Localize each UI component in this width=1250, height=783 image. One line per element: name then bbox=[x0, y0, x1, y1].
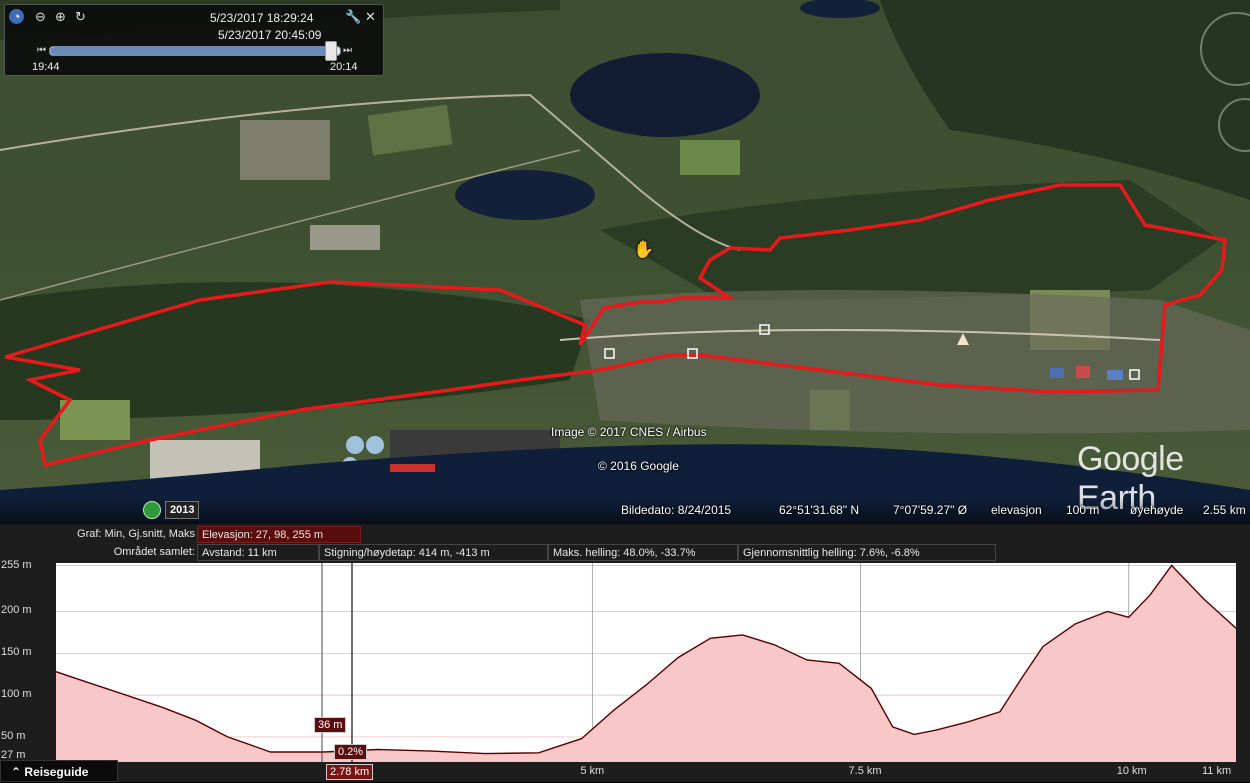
eye-altitude-label: øyehøyde bbox=[1130, 503, 1184, 517]
y-tick-label: 255 m bbox=[1, 558, 32, 571]
clock-icon[interactable]: ◔ bbox=[9, 9, 24, 24]
travel-guide-button[interactable]: ⌃ Reiseguide bbox=[0, 760, 118, 782]
time-slider-start-label: 19:44 bbox=[32, 61, 60, 73]
skip-forward-icon[interactable]: ⏭ bbox=[343, 45, 352, 56]
latitude-readout: 62°51'31.68" N bbox=[779, 503, 860, 517]
time-range-end-date: 5/23/2017 20:45:09 bbox=[218, 28, 322, 42]
elevation-label: elevasjon bbox=[991, 503, 1042, 517]
close-icon[interactable]: ✕ bbox=[363, 9, 378, 24]
chevron-up-icon: ⌃ bbox=[11, 765, 22, 779]
elevation-plot[interactable] bbox=[56, 563, 1236, 762]
time-slider-fill bbox=[50, 47, 332, 55]
longitude-readout: 7°07'59.27" Ø bbox=[893, 503, 968, 517]
image-copyright: Image © 2017 CNES / Airbus bbox=[551, 425, 707, 439]
imagery-year: 2013 bbox=[165, 501, 200, 519]
stats-row-summary: Området samlet: Avstand: 11 km Stigning/… bbox=[0, 544, 1250, 561]
eye-altitude-value: 2.55 km bbox=[1203, 503, 1246, 517]
time-slider-panel: ◔ ⊖ ⊕ ↻ 5/23/2017 18:29:24 5/23/2017 20:… bbox=[4, 4, 384, 76]
time-slider-thumb[interactable] bbox=[325, 41, 337, 61]
avg-slope-stat[interactable]: Gjennomsnittlig helling: 7.6%, -6.8% bbox=[738, 544, 996, 561]
time-range-start-date: 5/23/2017 18:29:24 bbox=[210, 11, 314, 25]
elevation-chart bbox=[56, 563, 1236, 762]
skip-back-icon[interactable]: ⏮ bbox=[37, 45, 46, 56]
cursor-elevation-label: 36 m bbox=[314, 717, 347, 733]
time-slider-track[interactable] bbox=[49, 46, 341, 56]
x-tick-label: 5 km bbox=[580, 765, 605, 777]
zoom-out-icon[interactable]: ⊖ bbox=[33, 9, 48, 24]
satellite-imagery bbox=[0, 0, 1250, 524]
wrench-icon[interactable]: 🔧 bbox=[345, 9, 361, 24]
hand-cursor-icon: ✋ bbox=[633, 240, 655, 259]
historical-imagery-badge[interactable]: 2013 bbox=[143, 501, 200, 519]
google-copyright: © 2016 Google bbox=[598, 459, 679, 473]
y-tick-label: 50 m bbox=[1, 729, 26, 742]
clock-icon bbox=[143, 501, 161, 519]
elevation-area bbox=[56, 565, 1236, 762]
max-slope-stat[interactable]: Maks. helling: 48.0%, -33.7% bbox=[548, 544, 738, 561]
travel-guide-label: Reiseguide bbox=[24, 765, 89, 779]
y-tick-label: 150 m bbox=[1, 646, 32, 659]
zoom-in-icon[interactable]: ⊕ bbox=[53, 9, 68, 24]
distance-stat[interactable]: Avstand: 11 km bbox=[197, 544, 319, 561]
x-tick-label: 11 km bbox=[1202, 765, 1232, 777]
y-tick-label: 100 m bbox=[1, 688, 32, 701]
time-slider-end-label: 20:14 bbox=[330, 61, 358, 73]
graph-label: Graf: Min, Gj.snitt, Maks bbox=[77, 528, 195, 540]
x-tick-label: 7.5 km bbox=[848, 765, 882, 777]
map-view[interactable]: ✋ ◔ ⊖ ⊕ ↻ 5/23/2017 18:29:24 5/23/2017 2… bbox=[0, 0, 1250, 524]
climb-stat[interactable]: Stigning/høydetap: 414 m, -413 m bbox=[319, 544, 548, 561]
cursor-distance-label: 2.78 km bbox=[326, 764, 374, 780]
cursor-slope-label: 0.2% bbox=[334, 744, 368, 760]
x-tick-label: 10 km bbox=[1116, 765, 1147, 777]
y-tick-label: 200 m bbox=[1, 604, 32, 617]
stats-row-graph: Graf: Min, Gj.snitt, Maks Elevasjon: 27,… bbox=[0, 526, 1250, 543]
elevation-profile-panel: Graf: Min, Gj.snitt, Maks Elevasjon: 27,… bbox=[0, 524, 1250, 782]
history-icon[interactable]: ↻ bbox=[73, 9, 88, 24]
image-date: Bildedato: 8/24/2015 bbox=[621, 503, 732, 517]
elevation-stat[interactable]: Elevasjon: 27, 98, 255 m bbox=[197, 526, 361, 543]
elevation-value: 100 m bbox=[1066, 503, 1100, 517]
